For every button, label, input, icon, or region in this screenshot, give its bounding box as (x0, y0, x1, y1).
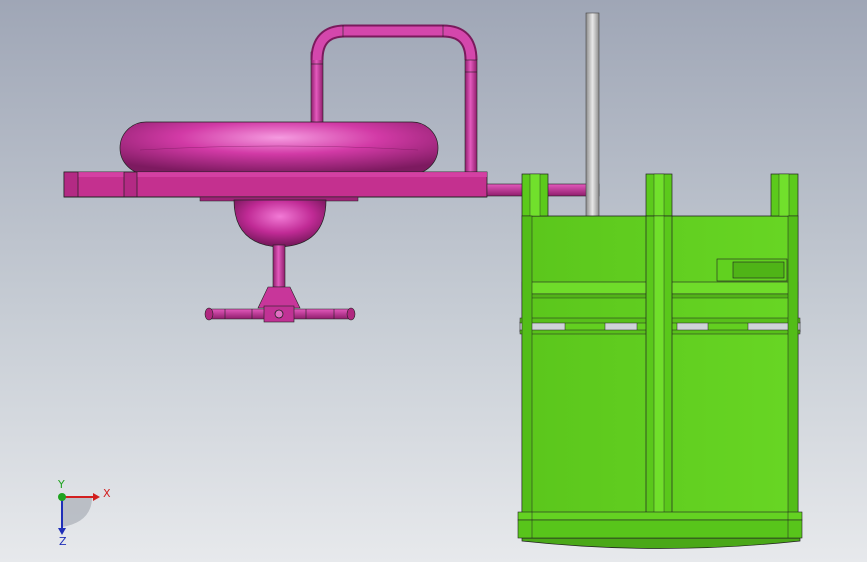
vertical-stem[interactable] (272, 244, 286, 288)
torus-tank[interactable] (119, 121, 439, 175)
magenta-assembly[interactable] (63, 24, 600, 323)
reference-triad-icon: X Y Z (57, 478, 111, 548)
model-canvas[interactable]: X Y Z (0, 0, 867, 562)
main-beam[interactable] (63, 171, 488, 202)
triad-y-label: Y (57, 478, 65, 491)
cad-viewport[interactable]: X Y Z (0, 0, 867, 562)
t-manifold[interactable] (204, 286, 356, 323)
green-frame[interactable] (517, 173, 803, 549)
triad-z-label: Z (59, 535, 67, 548)
triad-x-label: X (103, 487, 111, 500)
sphere-vessel[interactable] (233, 199, 327, 248)
